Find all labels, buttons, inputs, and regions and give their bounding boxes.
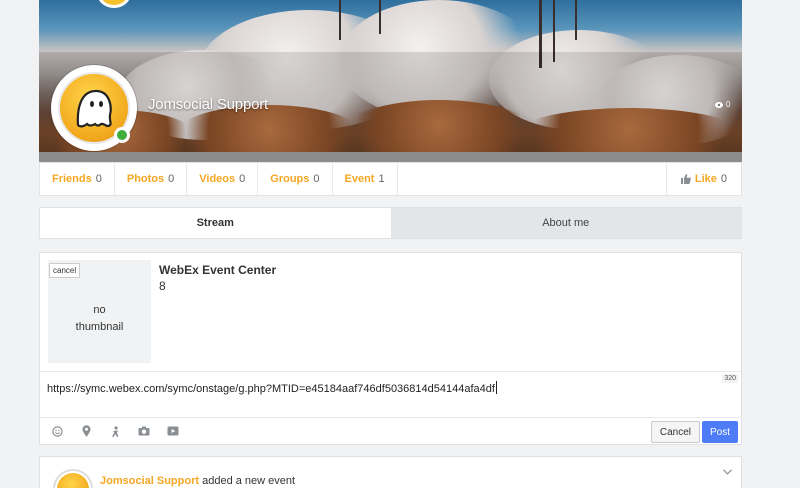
activity-options-button[interactable] — [723, 467, 732, 478]
friends-count[interactable]: Friends 0 — [40, 163, 115, 195]
videos-count[interactable]: Videos 0 — [187, 163, 259, 195]
status-input-text: https://symc.webex.com/symc/onstage/g.ph… — [47, 383, 495, 395]
camera-icon[interactable] — [136, 423, 152, 439]
no-thumbnail-text: no thumbnail — [75, 304, 124, 333]
activity-action: added a new event — [202, 475, 296, 487]
link-preview-description[interactable]: 8 — [159, 279, 166, 293]
profile-page: 0 Jomsocial Support Friends 0 Photos 0 Vid — [0, 0, 800, 488]
like-button[interactable]: Like 0 — [665, 163, 741, 195]
video-icon[interactable] — [165, 423, 181, 439]
activity-avatar[interactable] — [53, 469, 93, 488]
link-preview-title[interactable]: WebEx Event Center — [159, 263, 276, 277]
photos-count[interactable]: Photos 0 — [115, 163, 188, 195]
eye-icon — [715, 101, 723, 108]
thumbs-up-icon — [680, 174, 691, 184]
post-button[interactable]: Post — [701, 421, 738, 443]
ghost-icon — [76, 89, 112, 128]
tab-about-me[interactable]: About me — [390, 208, 741, 238]
activity-item: Jomsocial Support added a new event — [39, 456, 742, 488]
character-counter: 320 — [722, 374, 738, 383]
profile-name: Jomsocial Support — [148, 96, 268, 113]
views-stat: 0 — [715, 100, 730, 109]
groups-count[interactable]: Groups 0 — [258, 163, 333, 195]
online-status-indicator — [114, 127, 130, 143]
activity-text: Jomsocial Support added a new event — [100, 475, 295, 487]
remove-preview-button[interactable]: cancel — [49, 263, 81, 278]
mood-icon[interactable] — [107, 423, 123, 439]
activity-actor-link[interactable]: Jomsocial Support — [100, 475, 199, 487]
location-icon[interactable] — [78, 423, 94, 439]
site-logo-icon — [97, 0, 131, 8]
status-input[interactable]: https://symc.webex.com/symc/onstage/g.ph… — [40, 371, 741, 417]
events-count[interactable]: Event 1 — [333, 163, 398, 195]
cover-stats: 0 — [715, 100, 742, 109]
composer-toolbar: Cancel Post — [40, 417, 741, 444]
cover-photo: 0 — [39, 0, 742, 162]
tab-stream[interactable]: Stream — [40, 208, 391, 238]
profile-counts-bar: Friends 0 Photos 0 Videos 0 Groups 0 Event 1 … — [39, 162, 742, 196]
chevron-down-icon — [723, 469, 732, 475]
profile-tabs: Stream About me — [39, 207, 742, 239]
text-caret — [495, 381, 497, 394]
cancel-button[interactable]: Cancel — [650, 421, 700, 443]
emoji-icon[interactable] — [49, 423, 65, 439]
status-composer: no thumbnail cancel WebEx Event Center 8… — [39, 252, 742, 445]
